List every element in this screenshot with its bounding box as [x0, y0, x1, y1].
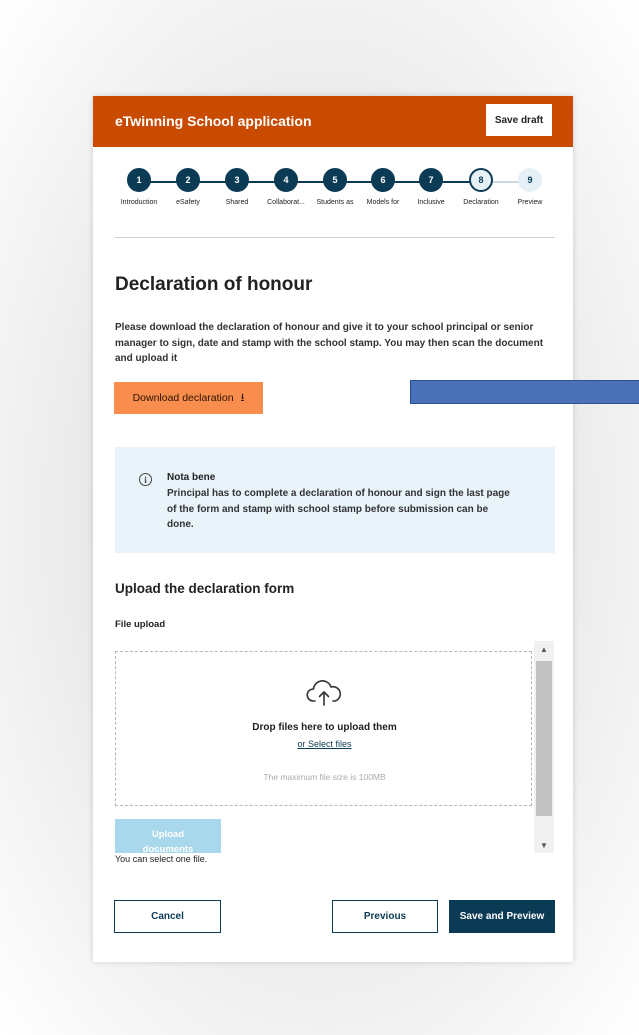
step-3[interactable]: 3: [225, 168, 249, 192]
file-dropzone[interactable]: Drop files here to upload them or Select…: [115, 651, 532, 806]
note-title: Nota bene: [167, 472, 216, 483]
scroll-up-arrow-icon[interactable]: ▲: [534, 641, 554, 657]
step-number: 6: [380, 175, 386, 185]
application-card: eTwinning School application Save draft …: [93, 96, 573, 962]
step-label: Models for: [366, 199, 400, 206]
file-upload-label: File upload: [115, 619, 166, 630]
upload-documents-label: Upload documents: [142, 829, 194, 853]
download-declaration-button[interactable]: Download declaration ⭳: [114, 382, 263, 414]
overlay-bar: [410, 380, 639, 404]
step-number: 9: [527, 175, 533, 185]
cancel-button[interactable]: Cancel: [114, 900, 221, 933]
step-6[interactable]: 6: [371, 168, 395, 192]
step-number: 5: [332, 175, 338, 185]
upload-scroll-area[interactable]: Drop files here to upload them or Select…: [115, 641, 555, 853]
step-label: Introduction: [120, 199, 158, 206]
step-number: 7: [428, 175, 434, 185]
cloud-upload-icon: [306, 680, 342, 706]
info-icon: i: [139, 473, 152, 486]
save-and-preview-button[interactable]: Save and Preview: [449, 900, 555, 933]
progress-stepper: 1 2 3 4 5 6 7 8 9 Introduction eSafety S…: [93, 168, 573, 218]
step-label: Inclusive: [417, 199, 445, 206]
select-one-hint: You can select one file.: [115, 854, 208, 864]
previous-button[interactable]: Previous: [332, 900, 438, 933]
divider: [115, 237, 555, 238]
step-label: Preview: [517, 199, 543, 206]
step-label: Students as: [316, 199, 354, 206]
scrollbar[interactable]: ▲ ▼: [534, 641, 554, 853]
select-files-link[interactable]: or Select files: [116, 739, 533, 749]
step-number: 4: [283, 175, 289, 185]
page-title: Declaration of honour: [115, 274, 313, 295]
scroll-thumb[interactable]: [536, 661, 552, 816]
step-label: Declaration: [463, 199, 499, 206]
step-label: Shared: [225, 199, 249, 206]
scroll-down-arrow-icon[interactable]: ▼: [534, 837, 554, 853]
step-number: 1: [136, 175, 142, 185]
step-5[interactable]: 5: [323, 168, 347, 192]
step-number: 3: [234, 175, 240, 185]
step-7[interactable]: 7: [419, 168, 443, 192]
nota-bene-box: i Nota bene Principal has to complete a …: [115, 447, 555, 553]
app-header: eTwinning School application Save draft: [93, 96, 573, 147]
drop-text: Drop files here to upload them: [252, 722, 397, 733]
max-size-text: The maximum file size is 100MB: [263, 772, 386, 782]
step-8-current[interactable]: 8: [469, 168, 493, 192]
step-label: eSafety: [176, 199, 200, 206]
save-draft-button[interactable]: Save draft: [486, 104, 552, 136]
step-number: 8: [478, 175, 484, 185]
download-label: Download declaration: [132, 392, 234, 404]
upload-documents-button[interactable]: Upload documents: [115, 819, 221, 853]
step-9[interactable]: 9: [518, 168, 542, 192]
intro-text: Please download the declaration of honou…: [115, 322, 544, 364]
download-icon: ⭳: [240, 391, 245, 404]
app-title: eTwinning School application: [115, 113, 312, 129]
note-text: Principal has to complete a declaration …: [167, 488, 510, 530]
step-label: Collaborat...: [267, 199, 305, 206]
step-2[interactable]: 2: [176, 168, 200, 192]
upload-heading: Upload the declaration form: [115, 581, 295, 596]
step-4[interactable]: 4: [274, 168, 298, 192]
step-1[interactable]: 1: [127, 168, 151, 192]
step-number: 2: [185, 175, 191, 185]
